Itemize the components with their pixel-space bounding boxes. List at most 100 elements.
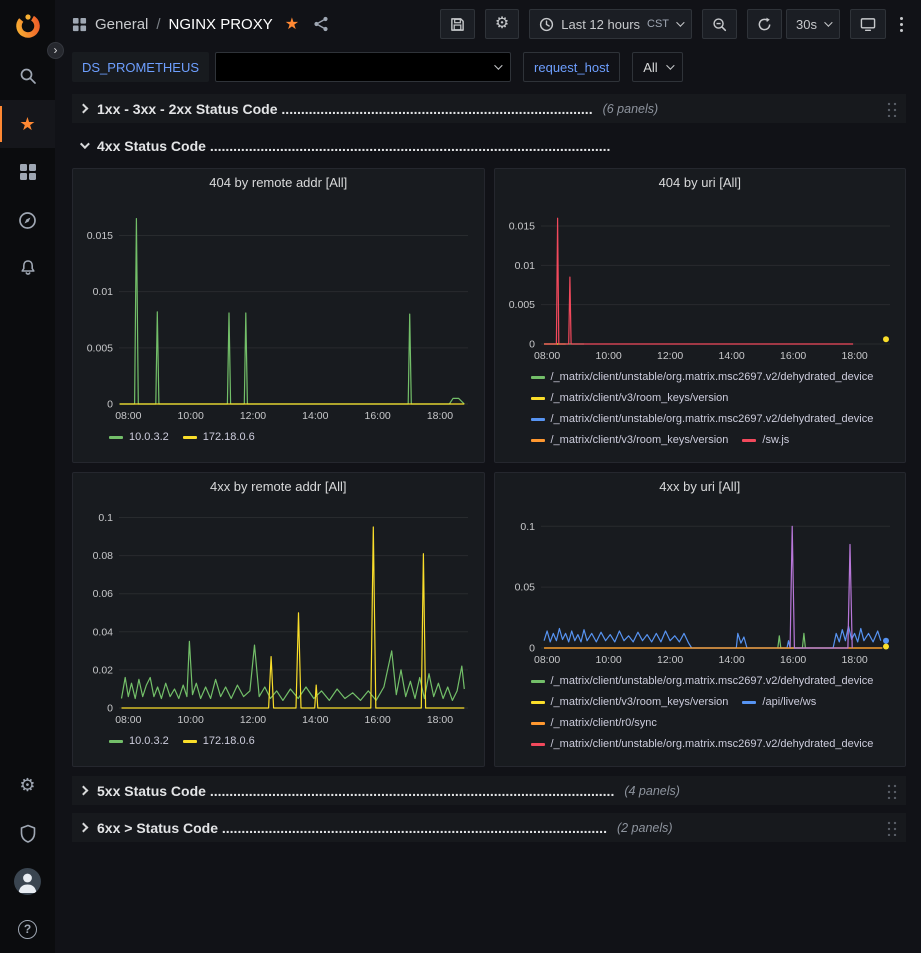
refresh-icon: [757, 17, 772, 32]
svg-text:0.005: 0.005: [87, 342, 113, 354]
series-color-swatch: [531, 722, 545, 725]
svg-text:12:00: 12:00: [240, 410, 266, 422]
sidebar-item-dashboards[interactable]: [0, 148, 55, 196]
row-5xx[interactable]: 5xx Status Code ........................…: [72, 776, 906, 805]
datasource-variable-select[interactable]: [215, 52, 511, 82]
row-1xx-3xx-2xx[interactable]: 1xx - 3xx - 2xx Status Code ............…: [72, 94, 906, 123]
chevron-down-icon: [824, 18, 832, 26]
sidebar-item-alerting[interactable]: [0, 244, 55, 292]
series-color-swatch: [531, 397, 545, 400]
navbar-actions: ⚙ Last 12 hours CST: [440, 9, 907, 39]
svg-text:0.1: 0.1: [98, 512, 113, 524]
row-title: 4xx Status Code ........................…: [97, 138, 610, 154]
panel-title[interactable]: 404 by uri [All]: [495, 169, 906, 196]
sidebar-item-starred[interactable]: ★: [0, 100, 55, 148]
row-6xx[interactable]: 6xx > Status Code ......................…: [72, 813, 906, 842]
row-title: 1xx - 3xx - 2xx Status Code ............…: [97, 101, 593, 117]
favorite-star-icon[interactable]: ★: [285, 14, 299, 34]
row-panel-count: (6 panels): [603, 102, 659, 116]
sidebar-item-configuration[interactable]: ⚙: [0, 761, 55, 809]
svg-text:0.1: 0.1: [520, 521, 535, 533]
svg-text:0: 0: [107, 703, 113, 715]
svg-text:18:00: 18:00: [841, 350, 867, 362]
sidebar-collapse-button[interactable]: ›: [47, 42, 64, 59]
legend-item[interactable]: /sw.js: [742, 432, 789, 449]
svg-text:0.04: 0.04: [93, 626, 114, 638]
request-host-variable-label[interactable]: request_host: [523, 52, 620, 82]
chevron-right-icon: ›: [54, 43, 58, 57]
series-color-swatch: [109, 436, 123, 439]
breadcrumb-section[interactable]: General: [95, 16, 148, 33]
refresh-button[interactable]: [747, 9, 782, 39]
chevron-right-icon: [79, 786, 89, 796]
dashboards-icon: [19, 163, 37, 181]
breadcrumb-separator: /: [156, 16, 160, 33]
series-name: /_matrix/client/unstable/org.matrix.msc2…: [551, 411, 874, 428]
sidebar-item-search[interactable]: [0, 52, 55, 100]
tv-mode-button[interactable]: [850, 9, 886, 39]
row-drag-handle[interactable]: [886, 101, 898, 117]
legend-item[interactable]: /_matrix/client/unstable/org.matrix.msc2…: [531, 369, 874, 386]
sidebar-item-profile[interactable]: [0, 857, 55, 905]
row-drag-handle[interactable]: [886, 820, 898, 836]
save-dashboard-button[interactable]: [440, 9, 475, 39]
chevron-down-icon: [80, 139, 90, 149]
time-range-picker[interactable]: Last 12 hours CST: [529, 9, 692, 39]
kebab-menu-button[interactable]: [896, 9, 907, 39]
row-4xx[interactable]: 4xx Status Code ........................…: [72, 131, 906, 160]
dashboard-title[interactable]: NGINX PROXY: [169, 16, 273, 33]
legend-item[interactable]: 10.0.3.2: [109, 429, 169, 446]
legend-item[interactable]: 10.0.3.2: [109, 733, 169, 750]
request-host-variable-value: All: [643, 60, 657, 75]
timeseries-chart[interactable]: 00.020.040.060.080.108:0010:0012:0014:00…: [77, 500, 480, 728]
svg-text:0: 0: [529, 339, 535, 351]
dashboard-body: 1xx - 3xx - 2xx Status Code ............…: [55, 86, 921, 842]
breadcrumb: General / NGINX PROXY ★: [72, 14, 329, 34]
row-panel-count: (4 panels): [624, 784, 680, 798]
svg-text:08:00: 08:00: [534, 654, 560, 666]
svg-text:0.05: 0.05: [514, 582, 535, 594]
grafana-logo[interactable]: [0, 0, 55, 52]
svg-text:14:00: 14:00: [302, 714, 328, 726]
row-drag-handle[interactable]: [886, 783, 898, 799]
sidebar-item-help[interactable]: ?: [0, 905, 55, 953]
legend-item[interactable]: 172.18.0.6: [183, 733, 255, 750]
legend-item[interactable]: /_matrix/client/r0/sync: [531, 715, 657, 732]
legend-item[interactable]: 172.18.0.6: [183, 429, 255, 446]
legend-item[interactable]: /_matrix/client/unstable/org.matrix.msc2…: [531, 673, 874, 690]
svg-text:12:00: 12:00: [240, 714, 266, 726]
svg-text:10:00: 10:00: [178, 714, 204, 726]
panel-title[interactable]: 404 by remote addr [All]: [73, 169, 484, 196]
svg-text:0.02: 0.02: [93, 664, 114, 676]
legend-item[interactable]: /_matrix/client/unstable/org.matrix.msc2…: [531, 411, 874, 428]
timeseries-chart[interactable]: 00.050.108:0010:0012:0014:0016:0018:00: [499, 500, 902, 668]
sidebar-item-explore[interactable]: [0, 196, 55, 244]
legend-item[interactable]: /_matrix/client/v3/room_keys/version: [531, 694, 729, 711]
legend-item[interactable]: /_matrix/client/v3/room_keys/version: [531, 432, 729, 449]
dashboard-settings-button[interactable]: ⚙: [485, 9, 519, 39]
refresh-interval-dropdown[interactable]: 30s: [786, 9, 840, 39]
request-host-variable-select[interactable]: All: [632, 52, 682, 82]
timeseries-chart[interactable]: 00.0050.010.01508:0010:0012:0014:0016:00…: [499, 196, 902, 364]
share-button[interactable]: [313, 16, 329, 32]
datasource-variable-label[interactable]: DS_PROMETHEUS: [72, 52, 209, 82]
panel-4xx-by-remote-addr: 4xx by remote addr [All] 00.020.040.060.…: [72, 472, 485, 767]
panel-grid: 404 by remote addr [All] 00.0050.010.015…: [72, 168, 906, 767]
sidebar-spacer: [0, 292, 55, 761]
timeseries-chart[interactable]: 00.0050.010.01508:0010:0012:0014:0016:00…: [77, 196, 480, 424]
legend-item[interactable]: /_matrix/client/unstable/org.matrix.msc2…: [531, 736, 874, 753]
zoom-out-button[interactable]: [702, 9, 737, 39]
refresh-interval-label: 30s: [796, 17, 817, 32]
chevron-down-icon: [666, 61, 674, 69]
legend-item[interactable]: /_matrix/client/v3/room_keys/version: [531, 390, 729, 407]
chart-legend: 10.0.3.2 172.18.0.6: [73, 728, 484, 754]
gear-icon: ⚙: [19, 776, 35, 794]
svg-text:12:00: 12:00: [657, 654, 683, 666]
svg-text:0.01: 0.01: [514, 260, 535, 272]
sidebar-item-server-admin[interactable]: [0, 809, 55, 857]
legend-item[interactable]: /api/live/ws: [742, 694, 816, 711]
panel-title[interactable]: 4xx by remote addr [All]: [73, 473, 484, 500]
panel-title[interactable]: 4xx by uri [All]: [495, 473, 906, 500]
svg-text:0.01: 0.01: [93, 286, 114, 298]
series-color-swatch: [531, 743, 545, 746]
